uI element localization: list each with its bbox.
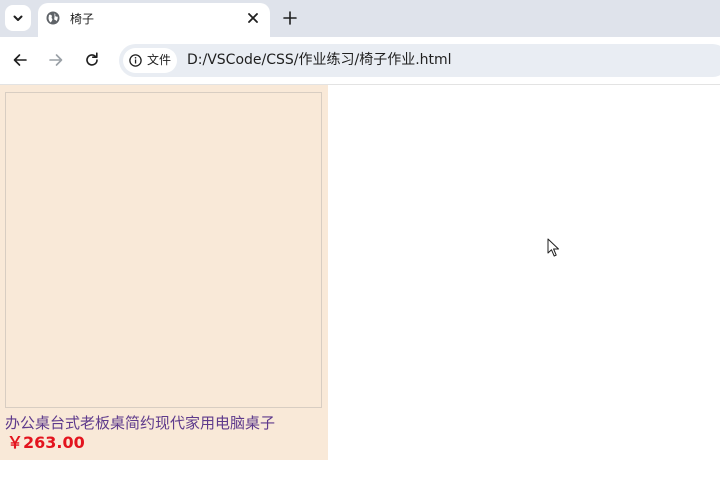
chevron-down-icon — [13, 15, 23, 21]
reload-icon[interactable] — [82, 50, 102, 70]
product-title[interactable]: 办公桌台式老板桌简约现代家用电脑桌子 — [5, 413, 275, 433]
globe-icon — [46, 11, 60, 25]
product-image[interactable] — [5, 92, 322, 408]
product-price: ￥263.00 — [7, 433, 85, 452]
close-icon[interactable] — [246, 11, 260, 25]
site-info-chip[interactable]: 文件 — [123, 48, 177, 73]
mouse-pointer-icon — [547, 238, 559, 257]
site-info-label: 文件 — [147, 53, 172, 67]
url-text[interactable]: D:/VSCode/CSS/作业练习/椅子作业.html — [187, 52, 452, 69]
forward-arrow-icon[interactable] — [46, 50, 66, 70]
page-viewport: 办公桌台式老板桌简约现代家用电脑桌子 ￥263.00 — [0, 85, 720, 480]
tab-title: 椅子 — [70, 12, 95, 26]
tab-strip: 椅子 — [0, 0, 720, 37]
info-icon — [129, 54, 142, 67]
product-card[interactable]: 办公桌台式老板桌简约现代家用电脑桌子 ￥263.00 — [0, 85, 328, 460]
back-arrow-icon[interactable] — [10, 50, 30, 70]
tab-active[interactable]: 椅子 — [38, 3, 270, 37]
address-bar[interactable]: 文件 D:/VSCode/CSS/作业练习/椅子作业.html — [119, 44, 720, 77]
tab-search-button[interactable] — [5, 5, 31, 31]
browser-toolbar: 文件 D:/VSCode/CSS/作业练习/椅子作业.html — [0, 37, 720, 85]
plus-icon[interactable] — [281, 9, 299, 27]
